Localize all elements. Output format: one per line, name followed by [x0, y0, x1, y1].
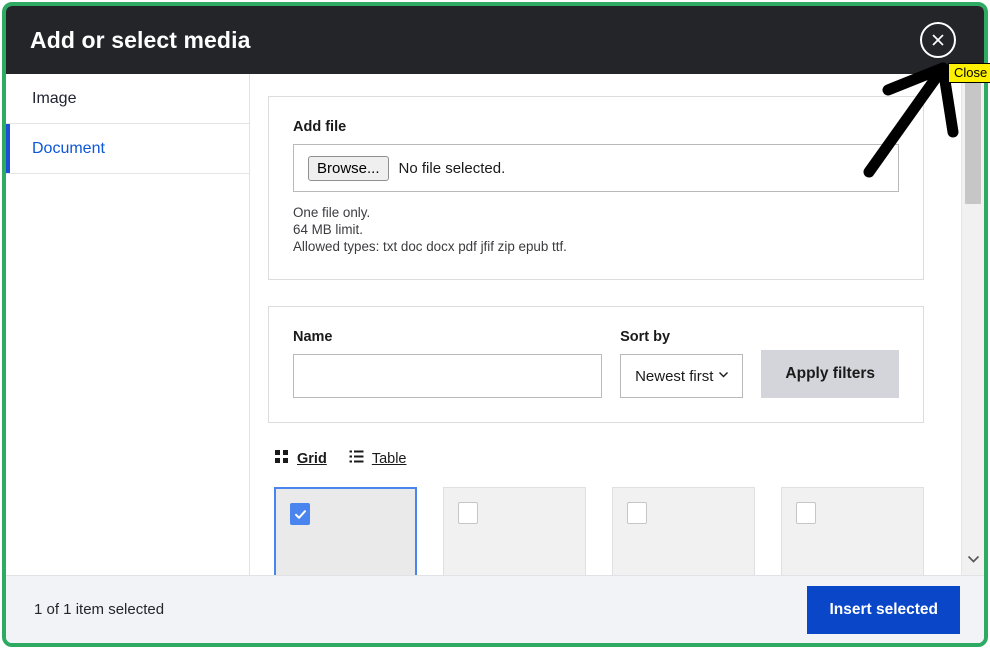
vertical-scrollbar[interactable] — [961, 74, 984, 575]
media-dialog: Add or select media Image Document Add f… — [2, 2, 988, 647]
filters-panel: Name Sort by Newest first Apply filters — [268, 306, 924, 423]
name-input[interactable] — [293, 354, 603, 398]
scrollbar-down-arrow[interactable] — [962, 551, 984, 569]
name-filter-group: Name — [293, 329, 603, 398]
name-label: Name — [293, 329, 333, 345]
file-input[interactable]: Browse... No file selected. — [293, 144, 899, 192]
filter-row: Name Sort by Newest first Apply filters — [293, 329, 899, 398]
main-panel: Add file Browse... No file selected. One… — [250, 74, 984, 575]
chevron-down-icon — [717, 368, 730, 385]
selection-status: 1 of 1 item selected — [34, 601, 165, 618]
view-option-table-label: Table — [371, 451, 407, 467]
media-card-checkbox[interactable] — [458, 502, 479, 524]
sidebar-item-label: Document — [32, 139, 105, 157]
media-card[interactable] — [612, 487, 756, 575]
list-icon — [349, 449, 364, 469]
close-circle-icon — [930, 32, 946, 48]
sort-filter-group: Sort by Newest first — [620, 329, 744, 398]
media-card[interactable] — [443, 487, 587, 575]
chevron-down-icon — [967, 551, 980, 569]
media-card[interactable] — [781, 487, 925, 575]
main-content: Add file Browse... No file selected. One… — [250, 74, 962, 575]
sidebar-item-image[interactable]: Image — [6, 74, 249, 124]
view-option-grid-label: Grid — [297, 451, 327, 467]
dialog-body: Image Document Add file Browse... No fil… — [6, 74, 984, 575]
no-file-selected-text: No file selected. — [398, 159, 506, 177]
scrollbar-thumb[interactable] — [965, 82, 981, 204]
dialog-header: Add or select media — [6, 6, 984, 74]
add-file-label: Add file — [293, 119, 347, 135]
grid-icon — [274, 449, 289, 469]
add-file-panel: Add file Browse... No file selected. One… — [268, 96, 924, 280]
media-card[interactable] — [274, 487, 418, 575]
help-line-size-limit: 64 MB limit. — [293, 222, 363, 237]
browse-button[interactable]: Browse... — [308, 155, 389, 181]
media-card-checkbox[interactable] — [627, 502, 648, 524]
file-help-text: One file only. 64 MB limit. Allowed type… — [293, 204, 899, 255]
sidebar-item-document[interactable]: Document — [6, 124, 249, 174]
help-line-one-file: One file only. — [293, 205, 371, 220]
media-card-grid — [268, 487, 925, 575]
media-card-checkbox[interactable] — [290, 503, 310, 525]
dialog-title: Add or select media — [30, 26, 251, 53]
view-toggle: Grid Table — [268, 449, 924, 469]
apply-filters-button[interactable]: Apply filters — [761, 350, 899, 398]
screen: Add or select media Image Document Add f… — [0, 0, 990, 649]
sort-by-value: Newest first — [635, 367, 714, 385]
insert-selected-button[interactable]: Insert selected — [807, 585, 960, 634]
sort-by-label: Sort by — [620, 329, 671, 345]
media-type-sidebar: Image Document — [6, 74, 250, 575]
close-tooltip: Close — [948, 63, 990, 83]
help-line-allowed-types: Allowed types: txt doc docx pdf jfif zip… — [293, 239, 567, 254]
sidebar-item-label: Image — [32, 89, 77, 107]
close-button[interactable] — [920, 22, 956, 58]
view-option-grid[interactable]: Grid — [274, 449, 327, 469]
view-option-table[interactable]: Table — [349, 449, 407, 469]
sort-by-select[interactable]: Newest first — [620, 354, 744, 398]
dialog-footer: 1 of 1 item selected Insert selected — [6, 575, 984, 643]
media-card-checkbox[interactable] — [796, 502, 817, 524]
